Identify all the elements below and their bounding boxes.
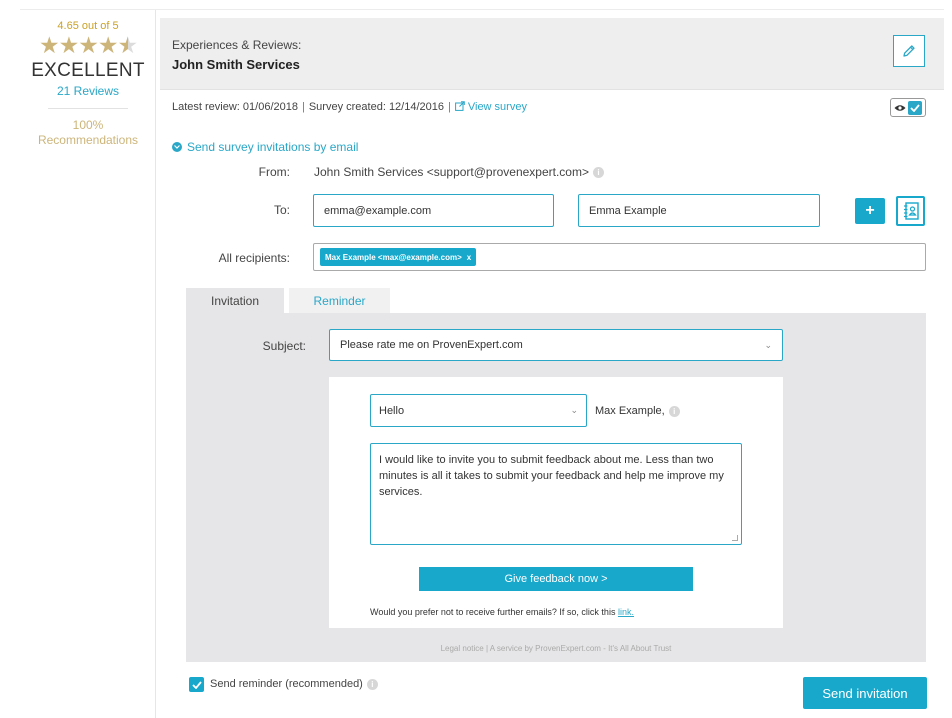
profile-header: Experiences & Reviews: John Smith Servic… bbox=[160, 18, 944, 90]
separator: | bbox=[301, 101, 305, 113]
tab-invitation[interactable]: Invitation bbox=[186, 288, 284, 313]
resize-handle[interactable] bbox=[732, 535, 738, 541]
all-recipients-label: All recipients: bbox=[218, 251, 290, 265]
reviews-link[interactable]: 21 Reviews bbox=[20, 84, 156, 98]
chevron-down-icon: ⌄ bbox=[764, 339, 772, 350]
eye-icon bbox=[894, 104, 906, 111]
sender-address: John Smith Services <support@provenexper… bbox=[314, 165, 589, 179]
separator: | bbox=[448, 101, 451, 113]
from-value: John Smith Services <support@provenexper… bbox=[314, 165, 604, 179]
pencil-icon bbox=[903, 45, 915, 57]
survey-meta: Latest review: 01/06/2018 | Survey created… bbox=[172, 101, 527, 113]
unsubscribe-note: Would you prefer not to receive further … bbox=[370, 607, 634, 617]
from-label: From: bbox=[258, 165, 290, 179]
message-text: I would like to invite you to submit fee… bbox=[379, 454, 724, 498]
check-icon bbox=[910, 103, 920, 112]
send-reminder-text: Send reminder (recommended) bbox=[210, 678, 363, 690]
address-book-icon bbox=[903, 202, 919, 220]
recipient-name-input[interactable]: Emma Example bbox=[578, 194, 820, 227]
half-star-icon: ★ bbox=[117, 32, 138, 58]
greeting-value: Hello bbox=[379, 404, 405, 417]
view-survey-label: View survey bbox=[467, 101, 527, 113]
send-reminder-label: Send reminder (recommended) i bbox=[210, 678, 378, 690]
message-textarea[interactable]: I would like to invite you to submit fee… bbox=[370, 443, 742, 545]
rating-score: 4.65 out of 5 bbox=[57, 20, 119, 32]
collapse-icon bbox=[172, 142, 182, 152]
header-subtitle: Experiences & Reviews: bbox=[172, 38, 302, 52]
greeting-name: Max Example, i bbox=[595, 405, 680, 417]
tab-reminder[interactable]: Reminder bbox=[289, 288, 390, 313]
send-reminder-checkbox[interactable] bbox=[189, 677, 204, 692]
subject-label: Subject: bbox=[262, 339, 306, 353]
latest-review: Latest review: 01/06/2018 bbox=[172, 101, 298, 113]
recipients-field[interactable]: Max Example <max@example.com> x bbox=[313, 243, 926, 271]
rating-panel: 4.65 out of 5 ★★★★★ EXCELLENT 21 Reviews… bbox=[20, 10, 156, 718]
info-icon[interactable]: i bbox=[592, 167, 604, 179]
star-icon: ★ bbox=[38, 32, 60, 58]
legal-footer: Legal notice | A service by ProvenExpert… bbox=[440, 644, 672, 653]
view-survey-link[interactable]: View survey bbox=[454, 101, 527, 113]
info-icon[interactable]: i bbox=[366, 678, 378, 690]
remove-recipient-button[interactable]: x bbox=[467, 253, 471, 262]
recipient-chip[interactable]: Max Example <max@example.com> x bbox=[320, 248, 477, 266]
send-invitation-button[interactable]: Send invitation bbox=[803, 677, 927, 709]
recipient-chip-label: Max Example <max@example.com> bbox=[325, 252, 462, 262]
divider bbox=[48, 108, 128, 109]
top-border bbox=[20, 9, 944, 10]
add-recipient-button[interactable]: + bbox=[855, 198, 885, 224]
star-icon: ★ bbox=[97, 32, 119, 58]
chevron-down-icon: ⌄ bbox=[570, 405, 578, 415]
external-link-icon bbox=[454, 101, 465, 111]
star-icon: ★ bbox=[58, 32, 80, 58]
recipient-email-input[interactable]: emma@example.com bbox=[313, 194, 554, 227]
subject-select[interactable]: Please rate me on ProvenExpert.com ⌄ bbox=[329, 329, 783, 361]
header-title: John Smith Services bbox=[172, 57, 300, 72]
greeting-name-text: Max Example, bbox=[595, 405, 665, 417]
check-icon bbox=[191, 680, 202, 689]
section-title: Send survey invitations by email bbox=[187, 140, 359, 154]
visibility-toggle[interactable] bbox=[890, 98, 926, 117]
address-book-button[interactable] bbox=[896, 196, 925, 226]
recommendation-label: Recommendations bbox=[37, 133, 139, 147]
greeting-select[interactable]: Hello ⌄ bbox=[370, 394, 587, 427]
unsubscribe-text: Would you prefer not to receive further … bbox=[370, 607, 616, 617]
to-label: To: bbox=[273, 203, 290, 217]
recommendation-percent: 100% bbox=[72, 118, 104, 132]
checkbox-checked[interactable] bbox=[908, 100, 922, 115]
give-feedback-button[interactable]: Give feedback now > bbox=[419, 567, 693, 591]
rating-label: EXCELLENT bbox=[31, 60, 145, 81]
send-invitations-toggle[interactable]: Send survey invitations by email bbox=[172, 140, 358, 154]
rating-stars: ★★★★★ bbox=[20, 32, 156, 58]
subject-value: Please rate me on ProvenExpert.com bbox=[340, 339, 523, 351]
survey-created: Survey created: 12/14/2016 bbox=[308, 101, 444, 113]
unsubscribe-link[interactable]: link. bbox=[618, 607, 634, 617]
edit-button[interactable] bbox=[893, 35, 925, 67]
info-icon[interactable]: i bbox=[668, 405, 680, 417]
star-icon: ★ bbox=[78, 32, 99, 58]
